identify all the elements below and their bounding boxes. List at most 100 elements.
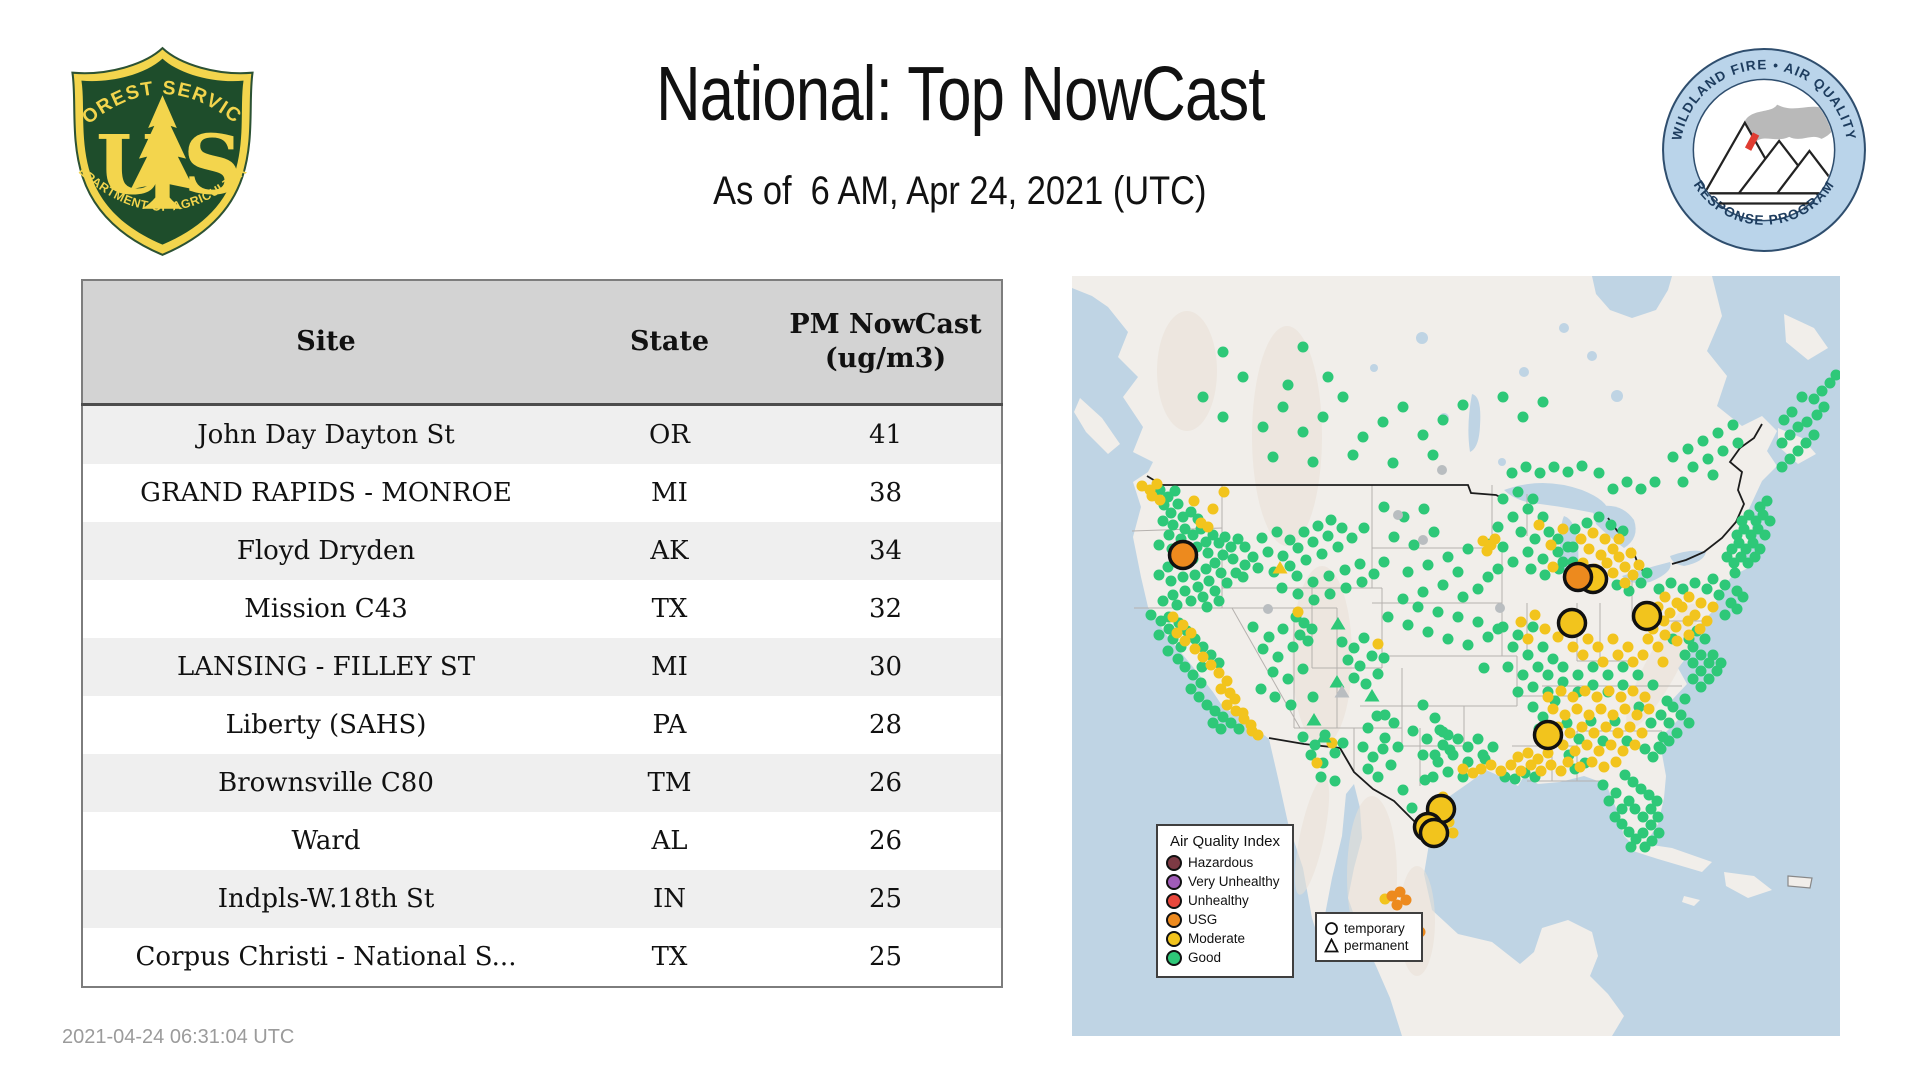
monitor-dot-good — [1527, 681, 1539, 693]
monitor-dot-moderate — [1615, 691, 1627, 703]
monitor-dot-good — [1452, 733, 1464, 745]
monitor-dot-good — [1157, 595, 1169, 607]
site-cell: Mission C43 — [244, 594, 408, 624]
monitor-dot-good — [1442, 633, 1454, 645]
monitor-dot-moderate — [1577, 649, 1589, 661]
monitor-dot-good — [1529, 533, 1541, 545]
monitor-dot-moderate — [1512, 751, 1524, 763]
permanent-triangle-icon — [1324, 938, 1339, 953]
monitor-dot-moderate — [1586, 756, 1598, 768]
monitor-dot-good — [1282, 379, 1294, 391]
monitor-dot-moderate — [1670, 621, 1682, 633]
monitor-dot-moderate — [1593, 745, 1605, 757]
monitor-dot-good — [1532, 661, 1544, 673]
highlighted-site-moderate — [1532, 719, 1564, 751]
monitor-dot-good — [1607, 483, 1619, 495]
marker-type-legend: temporary permanent — [1315, 912, 1423, 962]
aqi-color-swatch-icon — [1166, 912, 1182, 928]
monitor-dot-moderate — [1582, 633, 1594, 645]
site-cell: Liberty (SAHS) — [225, 710, 427, 740]
monitor-dot-good — [1412, 601, 1424, 613]
monitor-dot-moderate — [1591, 691, 1603, 703]
monitor-dot-good — [1637, 811, 1649, 823]
monitor-dot-good — [1377, 743, 1389, 755]
monitor-dot-good — [1534, 467, 1546, 479]
monitor-dot-moderate — [1627, 685, 1639, 697]
monitor-dot-good — [1525, 563, 1537, 575]
state-cell: AL — [651, 826, 688, 856]
monitor-dot-moderate — [1659, 591, 1671, 603]
monitor-dot-good — [1520, 461, 1532, 473]
monitor-dot-moderate — [1579, 685, 1591, 697]
monitor-dot-good — [1703, 673, 1715, 685]
monitor-dot-good — [1639, 743, 1651, 755]
state-cell: OR — [649, 420, 690, 450]
monitor-dot-good — [1357, 431, 1369, 443]
site-cell: Floyd Dryden — [236, 536, 416, 566]
monitor-dot-good — [1697, 435, 1709, 447]
monitor-dot-good — [1507, 556, 1519, 568]
monitor-dot-moderate — [1607, 709, 1619, 721]
monitor-dot-moderate — [1612, 649, 1624, 661]
monitor-dot-good — [1357, 741, 1369, 753]
monitor-dot-good — [1322, 371, 1334, 383]
monitor-dot-moderate — [1522, 747, 1534, 759]
monitor-dot-good — [1257, 421, 1269, 433]
aqi-legend-item: Hazardous — [1166, 855, 1284, 871]
monitor-dot-good — [1605, 519, 1617, 531]
monitor-dot-moderate — [1557, 523, 1569, 535]
monitor-dot-good — [1267, 451, 1279, 463]
monitor-dot-good — [1332, 541, 1344, 553]
monitor-dot-good — [1378, 652, 1390, 664]
monitor-dot-good — [1597, 779, 1609, 791]
monitor-dot-good — [1257, 643, 1269, 655]
monitor-dot-moderate — [1571, 703, 1583, 715]
monitor-dot-good — [1315, 771, 1327, 783]
monitor-dot-moderate — [1613, 551, 1625, 563]
aqi-legend-label: Moderate — [1188, 930, 1246, 946]
monitor-dot-moderate — [1643, 703, 1655, 715]
monitor-dot-good — [1239, 541, 1251, 553]
monitor-dot-good — [1537, 641, 1549, 653]
monitor-dot-good — [1367, 751, 1379, 763]
site-cell: Indpls-W.18th St — [217, 884, 435, 914]
monitor-dot-good — [1801, 416, 1813, 428]
monitor-dot-good — [1284, 560, 1296, 572]
monitor-dot-good — [1462, 741, 1474, 753]
value-cell: 26 — [868, 768, 903, 798]
monitor-dot-good — [1255, 683, 1267, 695]
monitor-dot-good — [1298, 526, 1310, 538]
monitor-dot-good — [1284, 534, 1296, 546]
page-title: National: Top NowCast — [655, 51, 1265, 137]
monitor-dot-good — [1422, 626, 1434, 638]
monitor-dot-good — [1702, 453, 1714, 465]
monitor-dot-good — [1417, 699, 1429, 711]
monitor-dot-good — [1632, 669, 1644, 681]
monitor-dot-moderate — [1221, 699, 1233, 711]
monitor-dot-good — [1209, 557, 1221, 569]
monitor-dot-good — [1197, 391, 1209, 403]
state-cell: TX — [651, 594, 688, 624]
monitor-dot-good — [1442, 766, 1454, 778]
monitor-dot-good — [1388, 717, 1400, 729]
monitor-dot-good — [1402, 566, 1414, 578]
monitor-dot-moderate — [1197, 651, 1209, 663]
table-header-row: Site State PM NowCast (ug/m3) — [82, 280, 1002, 406]
monitor-dot-good — [1447, 749, 1459, 761]
monitor-dot-good — [1645, 819, 1657, 831]
value-cell: 26 — [868, 826, 903, 856]
monitor-dot-moderate — [1529, 609, 1541, 621]
monitor-dot-good — [1307, 576, 1319, 588]
monitor-dot-good — [1663, 717, 1675, 729]
monitor-dot-moderate — [1581, 739, 1593, 751]
monitor-dot-moderate — [1587, 527, 1599, 539]
monitor-dot-good — [1432, 756, 1444, 768]
monitor-dot-moderate — [1701, 615, 1713, 627]
monitor-dot-good — [1217, 346, 1229, 358]
monitor-dot-good — [1185, 595, 1197, 607]
monitor-dot-good — [1362, 722, 1374, 734]
monitor-dot-moderate — [1671, 597, 1683, 609]
monitor-dot-good — [1729, 567, 1741, 579]
monitor-dot-good — [1610, 787, 1622, 799]
monitor-dot-moderate — [1154, 494, 1166, 506]
